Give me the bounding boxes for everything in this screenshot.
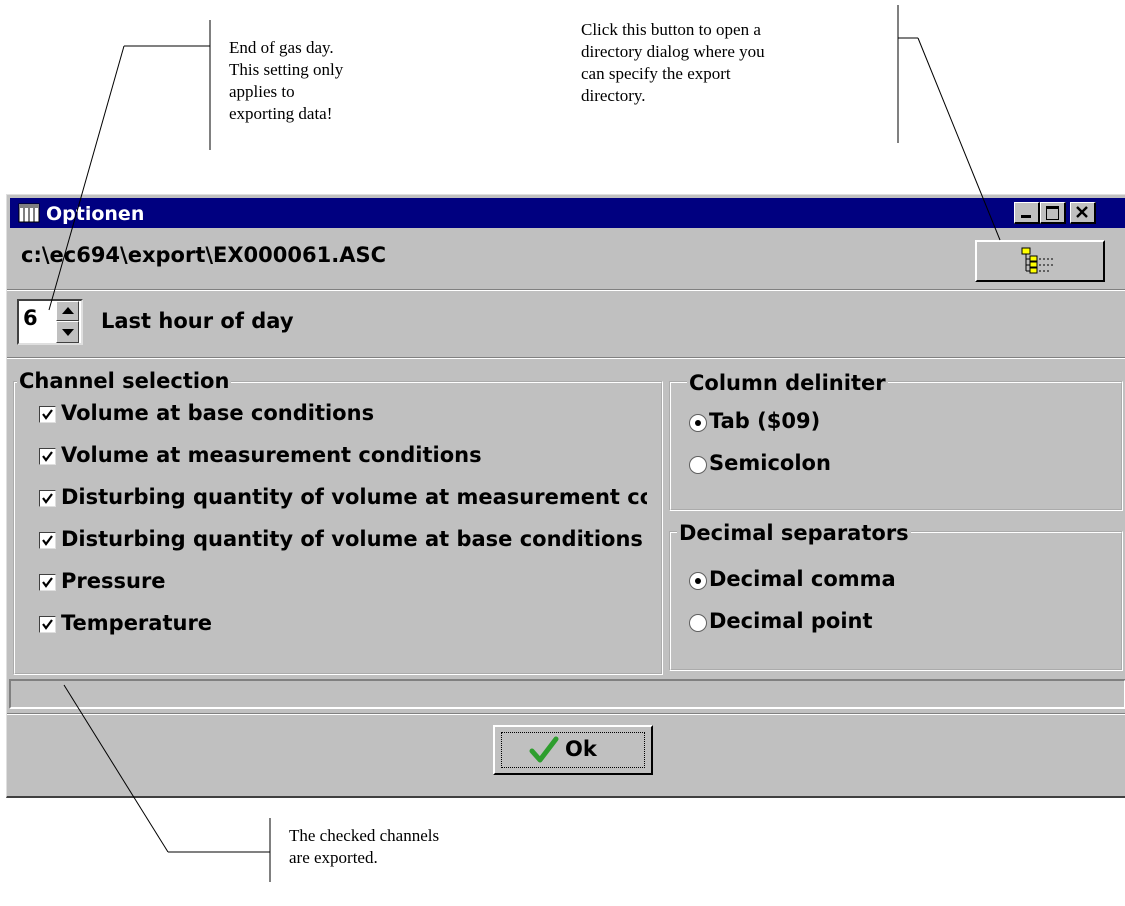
channel-checkbox[interactable] — [39, 574, 56, 591]
checkmark-icon — [42, 535, 53, 546]
column-delimiter-legend: Column deliniter — [687, 371, 888, 395]
minimize-button[interactable] — [1014, 202, 1040, 224]
checkmark-icon — [42, 409, 53, 420]
channel-checkbox[interactable] — [39, 616, 56, 633]
delimiter-label: Semicolon — [709, 451, 831, 475]
annotation-gas-day: End of gas day. This setting only applie… — [229, 38, 344, 123]
maximize-button[interactable] — [1040, 202, 1066, 224]
ok-button[interactable]: Ok — [493, 725, 653, 775]
decimal-label: Decimal point — [709, 609, 873, 633]
delimiter-label: Tab ($09) — [709, 409, 821, 433]
decimal-separators-legend: Decimal separators — [677, 521, 911, 545]
delimiter-radio[interactable] — [689, 414, 707, 432]
radio-dot — [695, 420, 701, 426]
channel-label: Pressure — [61, 569, 166, 593]
channel-option[interactable]: Disturbing quantity of volume at measure… — [37, 485, 657, 515]
annotation-directory-button: Click this button to open a directory di… — [581, 20, 765, 105]
decimal-option[interactable]: Decimal point — [689, 609, 1109, 639]
checkmark-icon — [42, 577, 53, 588]
channel-checkbox[interactable] — [39, 532, 56, 549]
channel-label: Disturbing quantity of volume at measure… — [61, 485, 647, 509]
delimiter-option[interactable]: Semicolon — [689, 451, 1109, 481]
window-title: Optionen — [46, 203, 145, 225]
close-button[interactable] — [1070, 202, 1096, 224]
hour-spinner[interactable]: 6 — [17, 299, 83, 345]
annotation-checked-channels: The checked channels are exported. — [289, 826, 440, 867]
hour-value[interactable]: 6 — [23, 306, 38, 330]
checkmark-icon — [42, 619, 53, 630]
radio-dot — [695, 578, 701, 584]
decimal-option[interactable]: Decimal comma — [689, 567, 1109, 597]
divider — [7, 357, 1125, 359]
divider — [7, 289, 1125, 291]
options-dialog: Optionen c:\ec694\export\EX000061.ASC 6 … — [6, 194, 1125, 798]
delimiter-option[interactable]: Tab ($09) — [689, 409, 1109, 439]
status-bar — [9, 679, 1125, 709]
checkmark-icon — [42, 493, 53, 504]
channel-checkbox[interactable] — [39, 448, 56, 465]
maximize-icon — [1046, 206, 1059, 220]
browse-directory-button[interactable] — [975, 240, 1105, 282]
checkmark-icon — [42, 451, 53, 462]
directory-tree-icon — [1021, 247, 1054, 274]
delimiter-radio[interactable] — [689, 456, 707, 474]
channel-option[interactable]: Volume at base conditions — [37, 401, 657, 431]
spin-up-button[interactable] — [56, 301, 79, 321]
channel-option[interactable]: Disturbing quantity of volume at base co… — [37, 527, 657, 557]
channel-option[interactable]: Temperature — [37, 611, 657, 641]
channel-checkbox[interactable] — [39, 406, 56, 423]
spin-down-button[interactable] — [56, 321, 79, 343]
title-bar[interactable]: Optionen — [10, 198, 1125, 228]
table-app-icon — [18, 203, 40, 223]
channel-label: Temperature — [61, 611, 213, 635]
checkmark-icon — [529, 736, 559, 763]
decimal-radio[interactable] — [689, 614, 707, 632]
channel-label: Volume at base conditions — [61, 401, 375, 425]
close-icon — [1076, 206, 1088, 218]
arrow-up-icon — [62, 307, 74, 314]
channel-option[interactable]: Pressure — [37, 569, 657, 599]
channel-selection-legend: Channel selection — [17, 369, 232, 393]
decimal-radio[interactable] — [689, 572, 707, 590]
decimal-label: Decimal comma — [709, 567, 896, 591]
channel-option[interactable]: Volume at measurement conditions — [37, 443, 657, 473]
ok-label: Ok — [565, 737, 597, 761]
channel-label: Disturbing quantity of volume at base co… — [61, 527, 643, 551]
export-path: c:\ec694\export\EX000061.ASC — [21, 243, 386, 267]
divider — [7, 713, 1125, 715]
channel-label: Volume at measurement conditions — [61, 443, 482, 467]
channel-checkbox[interactable] — [39, 490, 56, 507]
hour-label: Last hour of day — [101, 309, 294, 333]
minimize-icon — [1021, 215, 1031, 218]
arrow-down-icon — [62, 329, 74, 336]
decimal-separators-group — [669, 531, 1123, 671]
column-delimiter-group — [669, 381, 1123, 511]
